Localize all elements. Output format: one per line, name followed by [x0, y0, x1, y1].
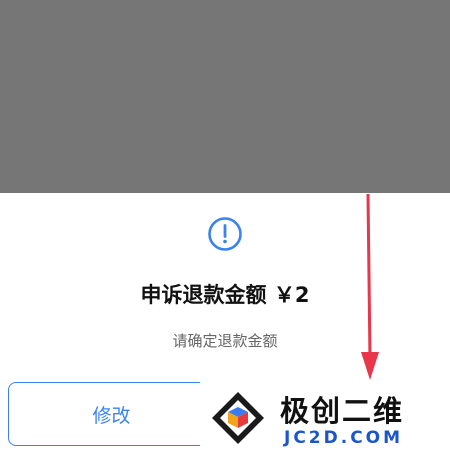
watermark-site: JC2D.COM — [284, 428, 404, 448]
red-arrow-annotation — [361, 193, 379, 380]
watermark: 极创二维 JC2D.COM — [200, 380, 450, 455]
cube-logo-icon — [212, 392, 264, 444]
watermark-brand: 极创二维 — [280, 394, 405, 428]
alert-circle-icon — [208, 217, 242, 251]
dim-overlay[interactable] — [0, 0, 450, 193]
modify-button[interactable]: 修改 — [8, 382, 215, 446]
